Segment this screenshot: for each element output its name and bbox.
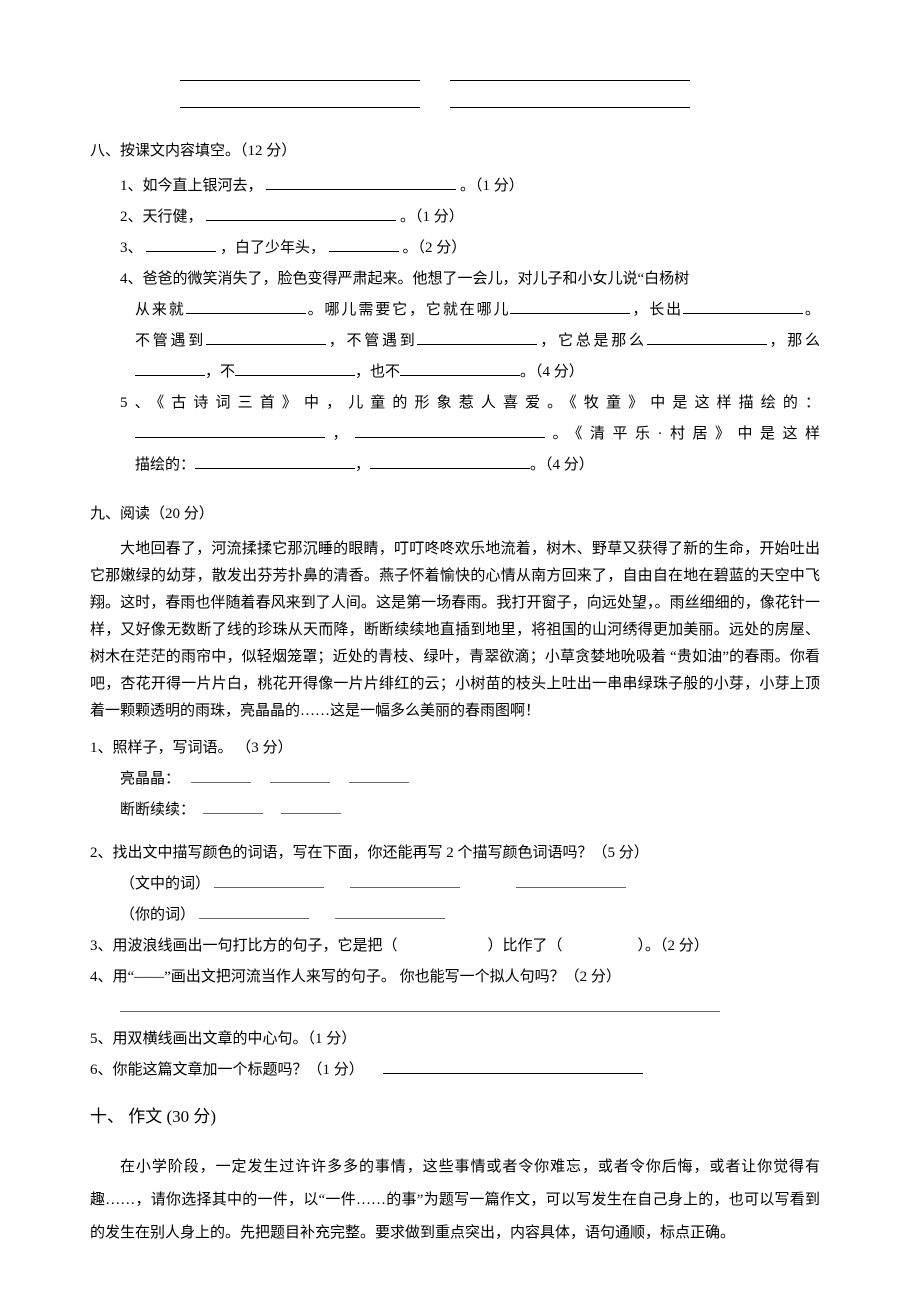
blank-segment[interactable] <box>180 60 420 81</box>
q8-3: 3、 ，白了少年头， 。（2 分） <box>120 235 820 262</box>
blank[interactable] <box>355 421 545 438</box>
q8-4k: ，也不 <box>355 364 400 380</box>
q8-5b: ， <box>325 426 355 442</box>
q8-4-row4: ，不 ，也不 。（4 分） <box>135 359 820 386</box>
blank-row <box>180 60 820 81</box>
q9-5: 5、用双横线画出文章的中心句。（1 分） <box>90 1026 820 1053</box>
blank[interactable] <box>235 359 355 376</box>
q8-5a: 5、《古诗词三首》中，儿童的形象惹人喜爱。《牧童》中是这样描绘的： <box>120 395 820 411</box>
blank[interactable] <box>417 328 537 345</box>
q8-2-text: 2、天行健， <box>120 209 203 225</box>
q8-1-text: 1、如今直上银河去， <box>120 178 263 194</box>
section-9-title: 九、阅读（20 分） <box>90 501 820 528</box>
blank[interactable] <box>203 799 263 814</box>
blank[interactable] <box>146 235 216 252</box>
blank[interactable] <box>191 768 251 783</box>
blank[interactable] <box>383 1057 643 1074</box>
q9-2a-label: （文中的词） <box>120 876 210 892</box>
q9-1b-label: 断断续续： <box>120 802 195 818</box>
q8-3a: 3、 <box>120 240 143 256</box>
q9-2b: （你的词） <box>120 902 820 929</box>
q8-4l: 。（4 分） <box>520 364 584 380</box>
q9-4-blank <box>90 995 820 1022</box>
blank[interactable] <box>329 235 399 252</box>
q8-2-tail: 。（1 分） <box>400 209 464 225</box>
q8-1-tail: 。（1 分） <box>460 178 524 194</box>
blank[interactable] <box>214 873 324 888</box>
q9-4: 4、用“——”画出文把河流当作人来写的句子。 你也能写一个拟人句吗？（2 分） <box>90 964 820 991</box>
section-10-title: 十、 作文 (30 分) <box>90 1102 820 1133</box>
q8-4d: ，长出 <box>630 302 683 318</box>
blank[interactable] <box>647 328 767 345</box>
q8-4h: ，它总是那么 <box>537 333 646 349</box>
q9-2: 2、找出文中描写颜色的词语，写在下面，你还能再写 2 个描写颜色词语吗？（5 分… <box>90 840 820 867</box>
blank[interactable] <box>400 359 520 376</box>
q8-3b: ，白了少年头， <box>220 240 325 256</box>
q8-1: 1、如今直上银河去， 。（1 分） <box>120 173 820 200</box>
q9-1a: 亮晶晶： <box>120 766 820 793</box>
q8-5-row1: 5、《古诗词三首》中，儿童的形象惹人喜爱。《牧童》中是这样描绘的： <box>120 390 820 417</box>
blank[interactable] <box>683 297 803 314</box>
q8-4-row3: 不管遇到 ，不管遇到 ，它总是那么 ，那么 <box>135 328 820 355</box>
q8-5-row3: 描绘的： ， 。（4 分） <box>135 452 820 479</box>
blank[interactable] <box>186 297 306 314</box>
blank[interactable] <box>135 421 325 438</box>
blank[interactable] <box>349 768 409 783</box>
blank-segment[interactable] <box>180 87 420 108</box>
blank[interactable] <box>206 328 326 345</box>
blank-row <box>180 87 820 108</box>
q8-4i: ，那么 <box>767 333 820 349</box>
blank[interactable] <box>350 873 460 888</box>
q9-3: 3、用波浪线画出一句打比方的句子，它是把（ ）比作了（ ）。（2 分） <box>90 933 820 960</box>
q8-2: 2、天行健， 。（1 分） <box>120 204 820 231</box>
blank[interactable] <box>266 173 456 190</box>
q9-6-text: 6、你能这篇文章加一个标题吗？（1 分） <box>90 1062 364 1078</box>
q8-4g: ，不管遇到 <box>326 333 417 349</box>
blank-segment[interactable] <box>450 87 690 108</box>
q8-4f: 不管遇到 <box>135 333 206 349</box>
q8-5d: 描绘的： <box>135 457 195 473</box>
blank-segment[interactable] <box>450 60 690 81</box>
q8-4-row1: 4、爸爸的微笑消失了，脸色变得严肃起来。他想了一会儿，对儿子和小女儿说“白杨树 <box>120 266 820 293</box>
q8-4e: 。 <box>803 302 820 318</box>
q8-5-tail: 。（4 分） <box>530 457 594 473</box>
blank[interactable] <box>516 873 626 888</box>
q8-4a: 4、爸爸的微笑消失了，脸色变得严肃起来。他想了一会儿，对儿子和小女儿说“白杨树 <box>120 271 689 287</box>
blank[interactable] <box>206 204 396 221</box>
blank[interactable] <box>510 297 630 314</box>
blank[interactable] <box>335 904 445 919</box>
q8-5c: 。《清平乐·村居》中是这样 <box>545 426 820 442</box>
q8-3-tail: 。（2 分） <box>403 240 467 256</box>
blank[interactable] <box>270 768 330 783</box>
q8-5-row2: ， 。《清平乐·村居》中是这样 <box>135 421 820 448</box>
blank[interactable] <box>120 997 720 1012</box>
q8-5e: ， <box>355 457 370 473</box>
blank[interactable] <box>135 359 205 376</box>
q8-4j: ，不 <box>205 364 235 380</box>
q9-1a-label: 亮晶晶： <box>120 771 180 787</box>
section-8-title: 八、按课文内容填空。（12 分） <box>90 138 820 165</box>
q9-1b: 断断续续： <box>120 797 820 824</box>
q9-2a: （文中的词） <box>120 871 820 898</box>
reading-passage: 大地回春了，河流揉揉它那沉睡的眼睛，叮叮咚咚欢乐地流着，树木、野草又获得了新的生… <box>90 536 820 725</box>
blank[interactable] <box>199 904 309 919</box>
q8-4-row2: 从来就 。哪儿需要它，它就在哪儿 ，长出 。 <box>135 297 820 324</box>
q9-2b-label: （你的词） <box>120 907 195 923</box>
q9-6: 6、你能这篇文章加一个标题吗？（1 分） <box>90 1057 820 1084</box>
q9-1: 1、照样子，写词语。 （3 分） <box>90 735 820 762</box>
q8-4b: 从来就 <box>135 302 186 318</box>
blank[interactable] <box>370 452 530 469</box>
blank[interactable] <box>281 799 341 814</box>
essay-prompt: 在小学阶段，一定发生过许许多多的事情，这些事情或者令你难忘，或者令你后悔，或者让… <box>90 1151 820 1250</box>
q8-4c: 。哪儿需要它，它就在哪儿 <box>306 302 511 318</box>
top-blank-lines <box>180 60 820 108</box>
blank[interactable] <box>195 452 355 469</box>
